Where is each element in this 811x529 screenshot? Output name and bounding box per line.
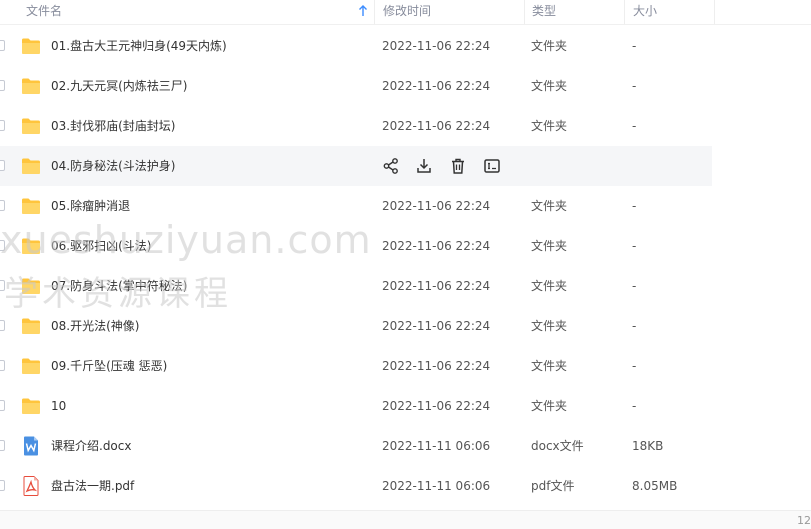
row-checkbox[interactable] — [0, 360, 5, 371]
file-size: - — [632, 359, 637, 373]
folder-icon — [22, 78, 40, 94]
table-row[interactable]: 07.防身斗法(掌中符秘法) 2022-11-06 22:24 文件夹 - — [0, 266, 811, 306]
folder-icon — [22, 38, 40, 54]
folder-icon — [22, 158, 40, 174]
file-size: - — [632, 399, 637, 413]
file-name[interactable]: 01.盘古大王元神归身(49天内炼) — [51, 26, 227, 66]
row-checkbox[interactable] — [0, 280, 5, 291]
file-name[interactable]: 05.除瘤肿消退 — [51, 186, 130, 226]
share-icon[interactable] — [382, 157, 400, 175]
file-size: - — [632, 239, 637, 253]
column-header-modified-label: 修改时间 — [383, 4, 432, 18]
download-icon[interactable] — [415, 157, 433, 175]
column-header-size-label: 大小 — [633, 4, 658, 18]
horizontal-scrollbar[interactable] — [0, 510, 811, 529]
column-header-spacer — [714, 0, 811, 24]
column-header-type[interactable]: 类型 — [524, 0, 624, 24]
file-name[interactable]: 02.九天元冥(内炼祛三尸) — [51, 66, 187, 106]
file-type: 文件夹 — [531, 359, 568, 373]
file-size: - — [632, 279, 637, 293]
file-name[interactable]: 课程介绍.docx — [51, 426, 131, 466]
row-checkbox[interactable] — [0, 400, 5, 411]
file-modified-date: 2022-11-11 06:06 — [382, 439, 491, 453]
table-row[interactable]: 05.除瘤肿消退 2022-11-06 22:24 文件夹 - — [0, 186, 811, 226]
folder-icon — [22, 238, 40, 254]
file-name[interactable]: 03.封伐邪庙(封庙封坛) — [51, 106, 175, 146]
file-type: 文件夹 — [531, 199, 568, 213]
file-modified-date: 2022-11-06 22:24 — [382, 279, 491, 293]
rename-icon[interactable] — [483, 157, 501, 175]
table-row[interactable]: 03.封伐邪庙(封庙封坛) 2022-11-06 22:24 文件夹 - — [0, 106, 811, 146]
table-row[interactable]: 01.盘古大王元神归身(49天内炼) 2022-11-06 22:24 文件夹 … — [0, 26, 811, 66]
file-size: 18KB — [632, 439, 664, 453]
column-header-name[interactable]: 文件名 — [0, 0, 374, 24]
folder-icon — [22, 118, 40, 134]
file-modified-date: 2022-11-06 22:24 — [382, 39, 491, 53]
row-checkbox[interactable] — [0, 120, 5, 131]
table-row[interactable]: 02.九天元冥(内炼祛三尸) 2022-11-06 22:24 文件夹 - — [0, 66, 811, 106]
folder-icon — [22, 198, 40, 214]
file-type: 文件夹 — [531, 119, 568, 133]
row-checkbox[interactable] — [0, 240, 5, 251]
folder-icon — [22, 318, 40, 334]
file-modified-date: 2022-11-06 22:24 — [382, 359, 491, 373]
trash-icon[interactable] — [449, 157, 467, 175]
row-checkbox[interactable] — [0, 40, 5, 51]
file-type: pdf文件 — [531, 479, 575, 493]
table-row[interactable]: 盘古法一期.pdf 2022-11-11 06:06 pdf文件 8.05MB — [0, 466, 811, 506]
table-row-hovered[interactable]: 04.防身秘法(斗法护身) — [0, 146, 712, 186]
file-size: - — [632, 119, 637, 133]
file-type: 文件夹 — [531, 39, 568, 53]
table-row[interactable]: 09.千斤坠(压魂 惩恶) 2022-11-06 22:24 文件夹 - — [0, 346, 811, 386]
file-type: 文件夹 — [531, 239, 568, 253]
file-size: 8.05MB — [632, 479, 678, 493]
file-list-header: 文件名 修改时间 类型 大小 — [0, 0, 811, 25]
file-name[interactable]: 10 — [51, 386, 66, 426]
file-size: - — [632, 79, 637, 93]
page-indicator: 12 — [797, 514, 811, 527]
table-row[interactable]: 06.驱邪扫凶(斗法) 2022-11-06 22:24 文件夹 - — [0, 226, 811, 266]
file-name[interactable]: 07.防身斗法(掌中符秘法) — [51, 266, 187, 306]
column-header-name-label: 文件名 — [26, 4, 63, 18]
file-modified-date: 2022-11-06 22:24 — [382, 239, 491, 253]
file-name[interactable]: 04.防身秘法(斗法护身) — [51, 146, 175, 186]
file-name[interactable]: 09.千斤坠(压魂 惩恶) — [51, 346, 167, 386]
file-modified-date: 2022-11-06 22:24 — [382, 119, 491, 133]
column-header-size[interactable]: 大小 — [624, 0, 714, 24]
row-checkbox[interactable] — [0, 160, 5, 171]
column-header-modified[interactable]: 修改时间 — [374, 0, 524, 24]
file-size: - — [632, 319, 637, 333]
row-checkbox[interactable] — [0, 200, 5, 211]
file-type: 文件夹 — [531, 319, 568, 333]
folder-icon — [22, 278, 40, 294]
sort-ascending-icon[interactable] — [358, 5, 368, 17]
word-doc-icon — [24, 436, 38, 456]
file-size: - — [632, 199, 637, 213]
column-header-type-label: 类型 — [532, 4, 557, 18]
file-modified-date: 2022-11-06 22:24 — [382, 399, 491, 413]
row-checkbox[interactable] — [0, 480, 5, 491]
file-name[interactable]: 06.驱邪扫凶(斗法) — [51, 226, 151, 266]
table-row[interactable]: 课程介绍.docx 2022-11-11 06:06 docx文件 18KB — [0, 426, 811, 466]
folder-icon — [22, 398, 40, 414]
file-modified-date: 2022-11-06 22:24 — [382, 319, 491, 333]
file-name[interactable]: 08.开光法(神像) — [51, 306, 139, 346]
row-checkbox[interactable] — [0, 440, 5, 451]
table-row[interactable]: 08.开光法(神像) 2022-11-06 22:24 文件夹 - — [0, 306, 811, 346]
file-modified-date: 2022-11-06 22:24 — [382, 199, 491, 213]
table-row[interactable]: 10 2022-11-06 22:24 文件夹 - — [0, 386, 811, 426]
file-type: docx文件 — [531, 439, 584, 453]
file-type: 文件夹 — [531, 399, 568, 413]
file-type: 文件夹 — [531, 279, 568, 293]
row-checkbox[interactable] — [0, 320, 5, 331]
file-type: 文件夹 — [531, 79, 568, 93]
file-modified-date: 2022-11-06 22:24 — [382, 79, 491, 93]
file-name[interactable]: 盘古法一期.pdf — [51, 466, 134, 506]
row-checkbox[interactable] — [0, 80, 5, 91]
folder-icon — [22, 358, 40, 374]
file-size: - — [632, 39, 637, 53]
file-modified-date: 2022-11-11 06:06 — [382, 479, 491, 493]
pdf-icon — [23, 476, 39, 496]
